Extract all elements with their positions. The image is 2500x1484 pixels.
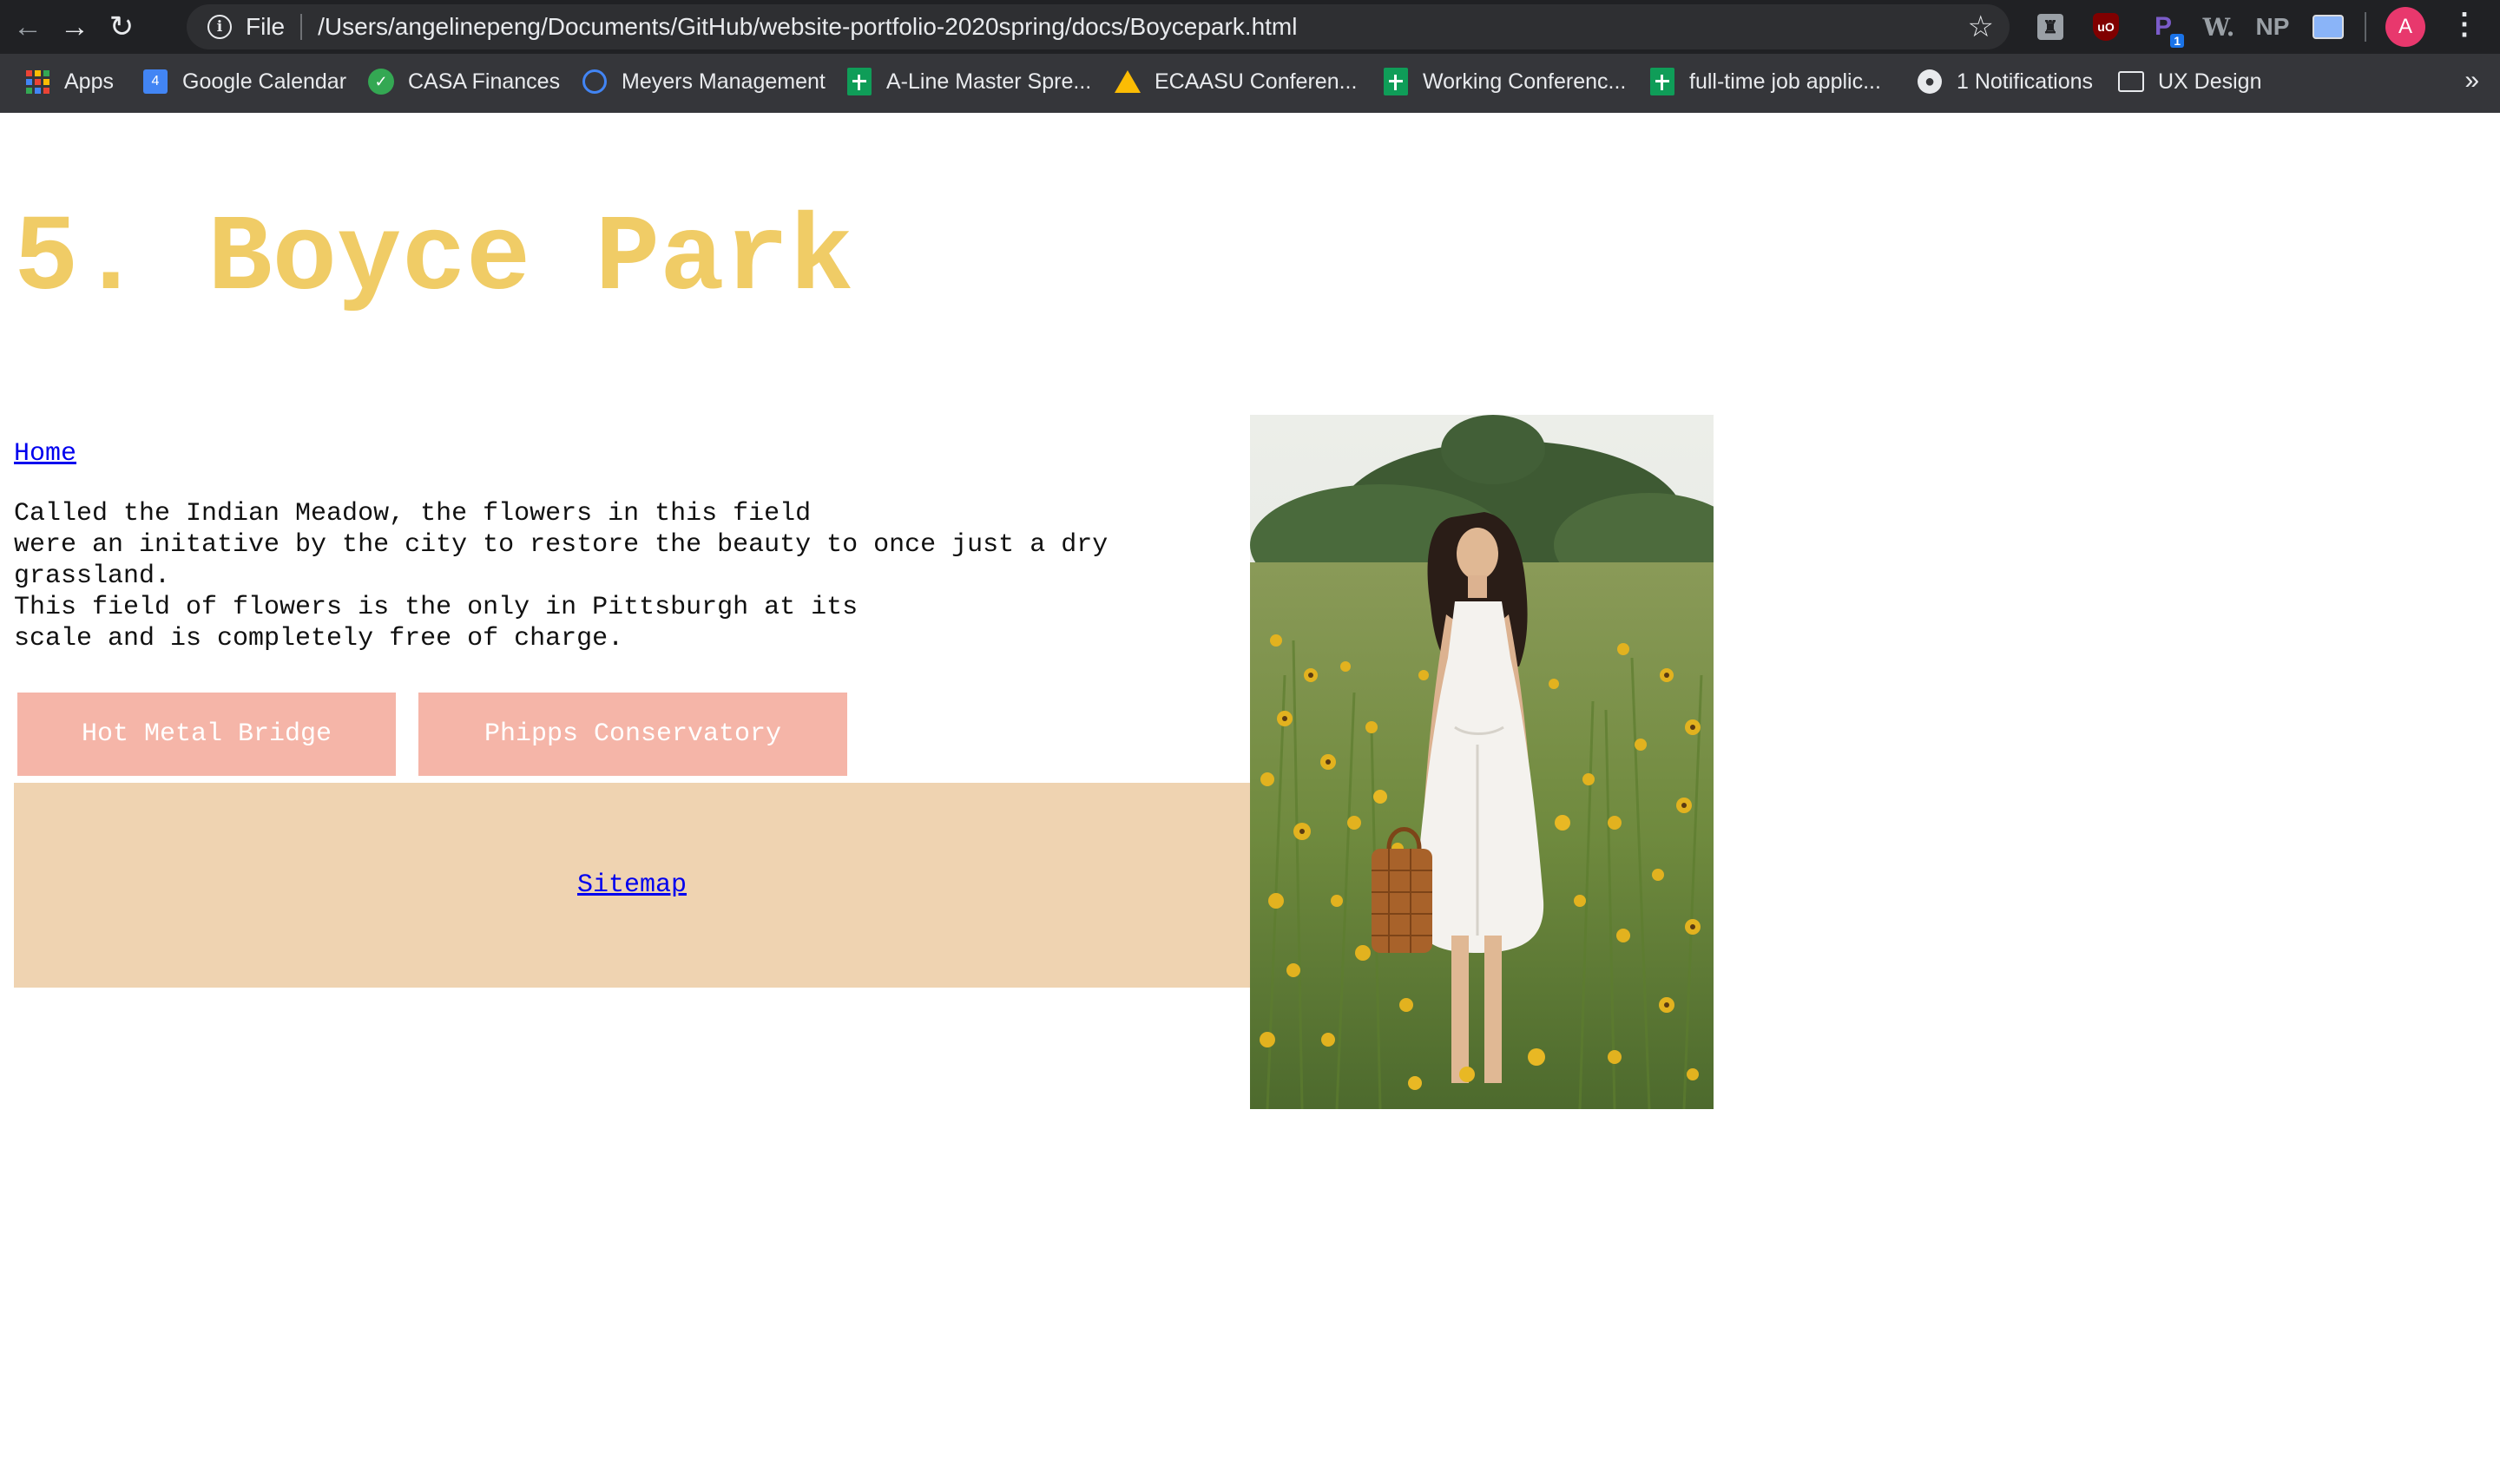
reload-icon[interactable]: ↻ (102, 8, 141, 46)
google-calendar-icon: 4 (142, 69, 168, 95)
address-bar[interactable]: i File /Users/angelinepeng/Documents/Git… (187, 4, 2010, 49)
scheme-label: File (246, 13, 286, 40)
url-text[interactable]: /Users/angelinepeng/Documents/GitHub/web… (318, 13, 1297, 41)
menu-kebab-icon[interactable]: ⋮ (2450, 7, 2479, 42)
bookmark-notifications[interactable]: ● 1 Notifications (1917, 69, 2093, 95)
sitemap-link[interactable]: Sitemap (577, 870, 687, 900)
description-text: Called the Indian Meadow, the flowers in… (14, 498, 1247, 654)
folder-icon (2118, 69, 2144, 95)
bookmark-label: Apps (64, 69, 114, 94)
home-link[interactable]: Home (14, 439, 76, 469)
back-arrow-icon[interactable]: ← (9, 8, 47, 46)
water-drop-icon (582, 69, 608, 95)
toolbar-divider (2365, 12, 2366, 42)
bookmark-casa-finances[interactable]: ✓ CASA Finances (368, 69, 560, 95)
boyce-park-photo-image (1250, 415, 1714, 1109)
bookmark-apps[interactable]: Apps (24, 69, 114, 95)
omnibox-divider (300, 14, 303, 40)
np-extension-icon[interactable]: NP (2256, 11, 2290, 43)
bookmark-working-conference[interactable]: Working Conferenc... (1383, 68, 1627, 95)
w-extension-icon[interactable]: W. (2203, 11, 2235, 43)
bookmark-ecaasu-conference[interactable]: ECAASU Conferen... (1115, 69, 1357, 95)
bookmarks-overflow-icon[interactable]: » (2464, 66, 2479, 95)
bookmark-meyers-management[interactable]: Meyers Management (582, 69, 826, 95)
browser-toolbar: ← → ↻ i File /Users/angelinepeng/Documen… (0, 0, 2500, 54)
bookmark-full-time-job[interactable]: full-time job applic... (1649, 68, 1881, 95)
google-sheets-icon (846, 68, 872, 95)
bookmark-label: CASA Finances (408, 69, 561, 94)
bookmark-star-icon[interactable]: ☆ (1968, 10, 1994, 44)
hot-metal-bridge-button[interactable]: Hot Metal Bridge (17, 693, 396, 776)
bookmark-label: Working Conferenc... (1423, 69, 1627, 94)
footer: Sitemap (14, 783, 1250, 988)
google-sheets-icon (1383, 68, 1409, 95)
apps-grid-icon (24, 69, 50, 95)
bookmark-label: Google Calendar (182, 69, 347, 94)
description-line: were an initative by the city to restore… (14, 530, 1109, 591)
boyce-park-photo (1250, 415, 1714, 1109)
google-drive-icon (1115, 69, 1141, 95)
globe-icon: ● (1917, 69, 1943, 95)
bookmark-label: ECAASU Conferen... (1155, 69, 1358, 94)
phipps-conservatory-button[interactable]: Phipps Conservatory (418, 693, 847, 776)
p-extension-icon[interactable]: P 1 (2148, 11, 2184, 48)
casa-icon: ✓ (368, 69, 394, 95)
page-content: 5. Boyce Park Home Called the Indian Mea… (0, 113, 2500, 1484)
description-line: This field of flowers is the only in Pit… (14, 593, 859, 622)
description-line: scale and is completely free of charge. (14, 624, 624, 653)
profile-avatar[interactable]: A (2385, 7, 2425, 47)
bookmark-a-line-master[interactable]: A-Line Master Spre... (846, 68, 1092, 95)
mail-checker-icon[interactable] (2312, 11, 2344, 43)
bookmark-ux-design[interactable]: UX Design (2118, 69, 2262, 95)
bookmark-google-calendar[interactable]: 4 Google Calendar (142, 69, 346, 95)
bookmark-label: UX Design (2158, 69, 2262, 94)
page-title: 5. Boyce Park (14, 200, 854, 321)
bookmark-label: 1 Notifications (1957, 69, 2094, 94)
ublock-origin-icon[interactable]: uO (2090, 11, 2122, 43)
tampermonkey-icon[interactable]: ♜ (2035, 11, 2066, 43)
info-icon[interactable]: i (207, 15, 232, 39)
description-line: Called the Indian Meadow, the flowers in… (14, 499, 812, 529)
bookmark-label: Meyers Management (622, 69, 826, 94)
extension-badge: 1 (2170, 34, 2184, 48)
bookmarks-bar: Apps 4 Google Calendar ✓ CASA Finances M… (0, 54, 2500, 113)
google-sheets-icon (1649, 68, 1675, 95)
bookmark-label: full-time job applic... (1689, 69, 1881, 94)
forward-arrow-icon[interactable]: → (56, 8, 94, 46)
bookmark-label: A-Line Master Spre... (886, 69, 1092, 94)
